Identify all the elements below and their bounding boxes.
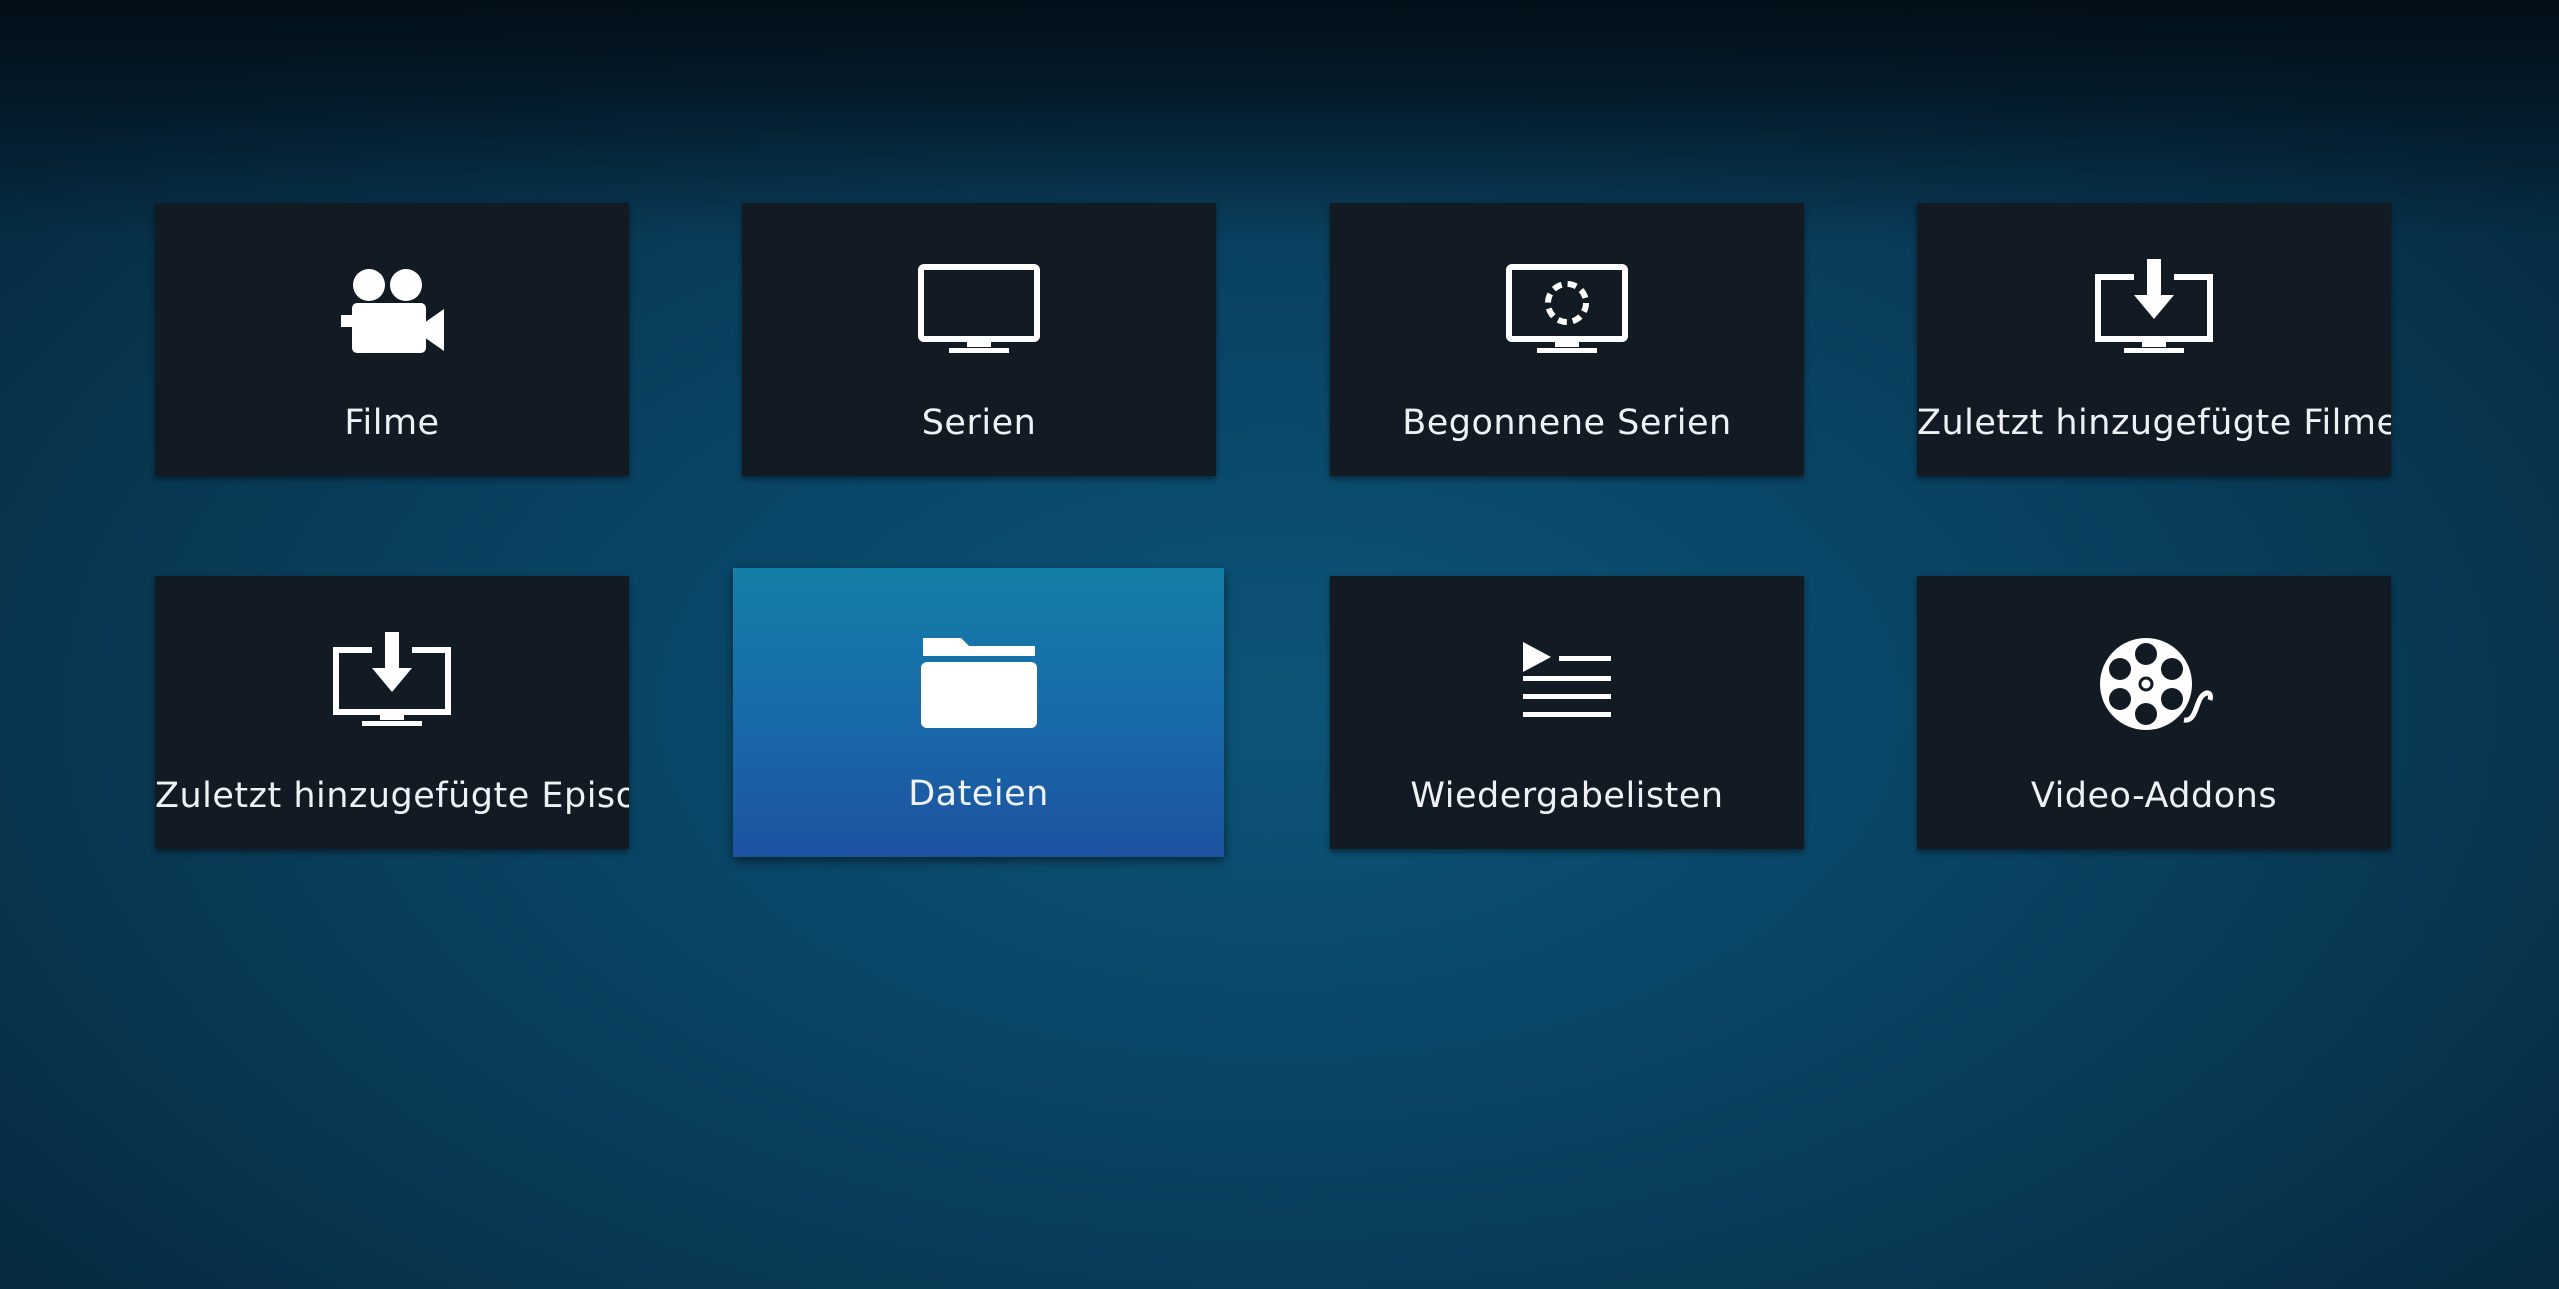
tile-recent-movies[interactable]: Zuletzt hinzugefügte Filme [1917, 203, 2391, 476]
tv-download-icon [2084, 259, 2224, 369]
tv-icon [909, 259, 1049, 369]
tv-progress-icon [1497, 259, 1637, 369]
folder-icon [909, 628, 1049, 738]
tile-tvshows[interactable]: Serien [742, 203, 1216, 476]
tile-label: Filme [344, 403, 440, 443]
tile-recent-episodes[interactable]: Zuletzt hinzugefügte Episoden [155, 576, 629, 849]
tile-video-addons[interactable]: Video-Addons [1917, 576, 2391, 849]
tile-label: Zuletzt hinzugefügte Episoden [155, 776, 629, 816]
tile-label: Zuletzt hinzugefügte Filme [1917, 403, 2391, 443]
tile-movies[interactable]: Filme [155, 203, 629, 476]
tile-label: Begonnene Serien [1402, 403, 1732, 443]
film-reel-icon [2084, 632, 2224, 742]
tile-label: Dateien [908, 774, 1049, 814]
tile-label: Wiedergabelisten [1410, 776, 1724, 816]
tile-files[interactable]: Dateien [733, 568, 1224, 857]
tile-inprogress[interactable]: Begonnene Serien [1330, 203, 1804, 476]
tile-label: Serien [921, 403, 1037, 443]
playlist-icon [1497, 632, 1637, 742]
tile-label: Video-Addons [2030, 776, 2278, 816]
tv-download-icon [322, 632, 462, 742]
tile-playlists[interactable]: Wiedergabelisten [1330, 576, 1804, 849]
movie-camera-icon [322, 259, 462, 369]
